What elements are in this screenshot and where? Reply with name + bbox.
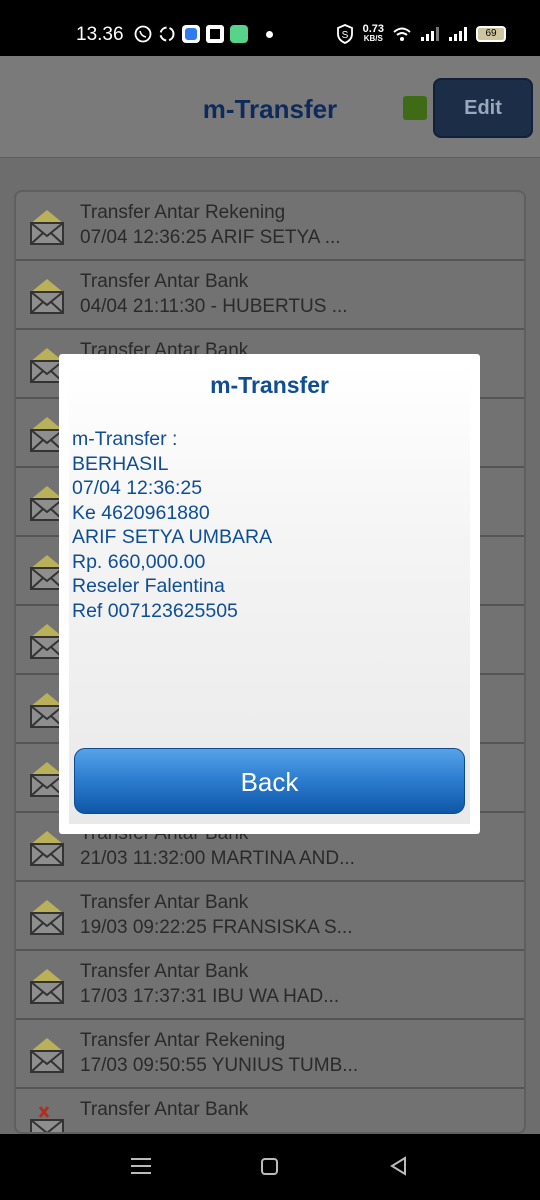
svg-text:S: S <box>341 30 348 41</box>
item-title: Transfer Antar Bank <box>80 892 249 913</box>
notification-icons <box>134 25 273 43</box>
edit-button[interactable]: Edit <box>433 78 533 138</box>
list-item[interactable]: Transfer Antar Bank 19/03 09:22:25 FRANS… <box>16 882 524 951</box>
message-line: Ke 4620961880 <box>72 501 210 524</box>
list-item[interactable]: Transfer Antar Rekening 07/04 12:36:25 A… <box>16 192 524 261</box>
whatsapp-icon <box>134 25 152 43</box>
app-blue-icon <box>182 25 200 43</box>
envelope-icon <box>30 1038 64 1073</box>
more-notifications-dot <box>266 30 273 38</box>
wifi-icon <box>393 27 411 41</box>
item-title: Transfer Antar Rekening <box>80 1030 286 1051</box>
system-nav-bar <box>0 1134 540 1200</box>
list-item[interactable]: Transfer Antar Bank <box>16 1089 524 1132</box>
sync-icon <box>159 26 175 42</box>
status-bar: 13.36 S 0.73 KB/S 69 <box>0 0 540 56</box>
item-title: Transfer Antar Bank <box>80 271 249 292</box>
back-nav-icon[interactable] <box>389 1156 409 1176</box>
message-line: Rp. 660,000.00 <box>72 550 206 573</box>
status-indicator <box>403 96 427 120</box>
message-line: 07/04 12:36:25 <box>72 477 203 499</box>
dialog-title: m-Transfer <box>210 372 329 398</box>
item-title: Transfer Antar Bank <box>80 1099 249 1120</box>
signal-icon-2 <box>449 27 467 41</box>
item-title: Transfer Antar Rekening <box>80 202 286 223</box>
app-header: m-Transfer Edit <box>0 56 540 158</box>
message-line: Reseler Falentina <box>72 575 225 597</box>
back-button[interactable]: Back <box>74 748 465 814</box>
network-speed: 0.73 KB/S <box>362 23 384 44</box>
item-title: Transfer Antar Bank <box>80 961 249 982</box>
app-screen: m-Transfer Edit Transfer Antar Rekening … <box>0 56 540 1134</box>
result-dialog: m-Transfer m-Transfer : BERHASIL 07/04 1… <box>59 354 480 834</box>
dialog-content: m-Transfer m-Transfer : BERHASIL 07/04 1… <box>69 364 470 824</box>
list-item[interactable]: Transfer Antar Bank 17/03 17:37:31 IBU W… <box>16 951 524 1020</box>
envelope-icon <box>30 969 64 1004</box>
item-detail: 17/03 17:37:31 IBU WA HAD... <box>80 986 340 1007</box>
battery-icon: 69 <box>476 26 506 42</box>
list-item[interactable]: Transfer Antar Rekening 17/03 09:50:55 Y… <box>16 1020 524 1089</box>
item-detail: 07/04 12:36:25 ARIF SETYA ... <box>80 227 341 248</box>
store-icon <box>206 25 224 43</box>
message-line: BERHASIL <box>72 452 169 475</box>
recent-apps-button[interactable] <box>131 1158 151 1174</box>
item-detail: 17/03 09:50:55 YUNIUS TUMB... <box>80 1055 359 1076</box>
system-icons: S 0.73 KB/S 69 <box>335 24 506 44</box>
home-button[interactable] <box>261 1158 278 1175</box>
message-line: ARIF SETYA UMBARA <box>72 526 273 548</box>
shield-icon: S <box>336 24 353 44</box>
item-detail: 04/04 21:11:30 - HUBERTUS ... <box>80 296 348 317</box>
item-detail: 21/03 11:32:00 MARTINA AND... <box>80 848 355 869</box>
app-green-icon <box>230 25 248 43</box>
envelope-error-icon <box>30 1106 64 1132</box>
item-detail: 19/03 09:22:25 FRANSISKA S... <box>80 917 353 938</box>
signal-icon <box>421 27 439 41</box>
dialog-message: m-Transfer : BERHASIL 07/04 12:36:25 Ke … <box>72 427 272 623</box>
message-line: m-Transfer : <box>72 428 178 450</box>
list-item[interactable]: Transfer Antar Bank 04/04 21:11:30 - HUB… <box>16 261 524 330</box>
message-line: Ref 007123625505 <box>72 599 238 622</box>
envelope-icon <box>30 210 64 245</box>
status-time: 13.36 <box>76 24 124 45</box>
envelope-icon <box>30 279 64 314</box>
envelope-icon <box>30 900 64 935</box>
